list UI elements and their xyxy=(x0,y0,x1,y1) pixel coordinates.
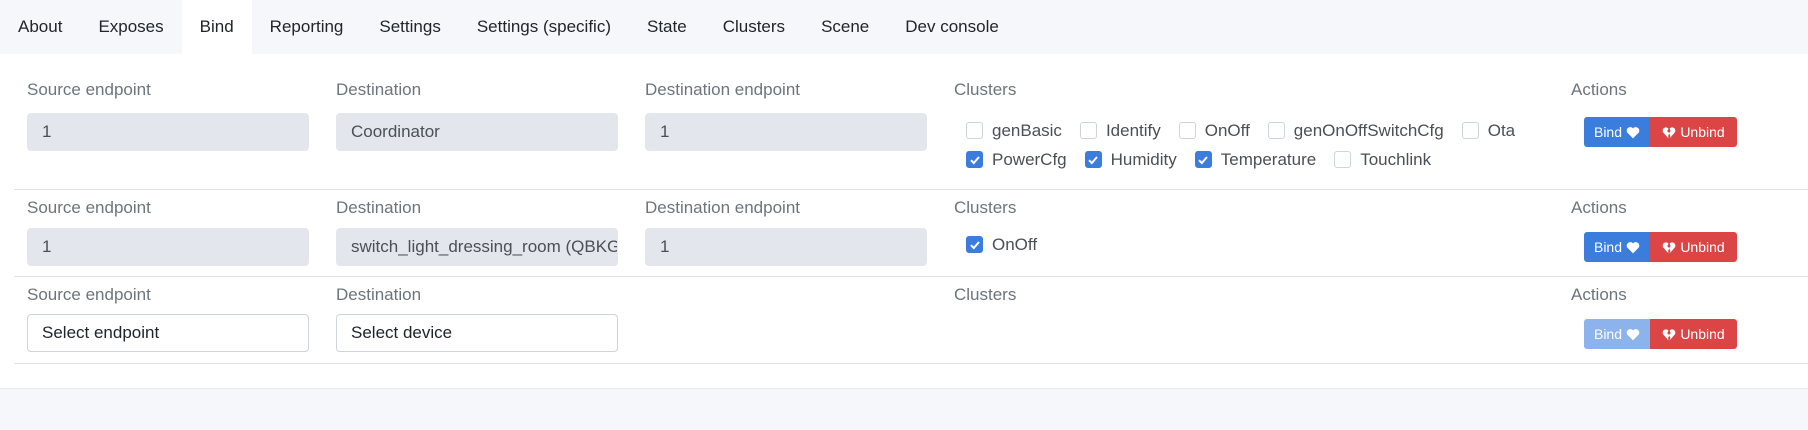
clusters-label: Clusters xyxy=(954,198,1017,217)
checkbox-checked[interactable] xyxy=(966,236,983,253)
clusters-list: OnOff xyxy=(966,230,1055,259)
cluster-checkbox-genonoffswitchcfg[interactable]: genOnOffSwitchCfg xyxy=(1267,120,1444,141)
cluster-checkbox-onoff[interactable]: OnOff xyxy=(1178,120,1250,141)
unbind-button[interactable]: Unbind xyxy=(1650,319,1737,349)
cluster-label: PowerCfg xyxy=(992,149,1067,169)
source-endpoint-label: Source endpoint xyxy=(27,198,151,217)
broken-heart-icon xyxy=(1662,241,1676,253)
cluster-checkbox-identify[interactable]: Identify xyxy=(1079,120,1161,141)
bind-row: Source endpoint 1 Destination Coordinato… xyxy=(14,54,1808,190)
check-icon xyxy=(1198,155,1209,164)
clusters-list: genBasic Identify OnOff genOnOffSwitchCf… xyxy=(966,116,1533,174)
bind-button[interactable]: Bind xyxy=(1584,117,1650,147)
tab-settings-specific[interactable]: Settings (specific) xyxy=(459,0,629,54)
checkbox[interactable] xyxy=(1267,122,1285,139)
cluster-label: OnOff xyxy=(1204,120,1250,140)
destination-label: Destination xyxy=(336,80,422,99)
source-endpoint-field: 1 xyxy=(27,228,309,266)
checkbox[interactable] xyxy=(1079,122,1097,139)
destination-label: Destination xyxy=(336,285,422,304)
heart-icon xyxy=(1626,126,1640,138)
actions-label: Actions xyxy=(1571,285,1627,304)
clusters-label: Clusters xyxy=(954,285,1017,304)
broken-heart-icon xyxy=(1662,328,1676,340)
cluster-checkbox-onoff[interactable]: OnOff xyxy=(966,235,1037,255)
bind-label: Bind xyxy=(1593,239,1623,255)
unbind-label: Unbind xyxy=(1680,239,1725,255)
bind-label: Bind xyxy=(1593,326,1623,342)
checkbox[interactable] xyxy=(1334,151,1352,168)
cluster-label: genBasic xyxy=(992,120,1062,140)
tab-dev-console[interactable]: Dev console xyxy=(887,0,1017,54)
checkbox-checked[interactable] xyxy=(1194,151,1212,168)
checkbox[interactable] xyxy=(966,122,983,139)
tab-scene[interactable]: Scene xyxy=(803,0,887,54)
tab-clusters[interactable]: Clusters xyxy=(705,0,803,54)
cluster-label: Ota xyxy=(1487,120,1516,140)
bind-button[interactable]: Bind xyxy=(1584,232,1650,262)
destination-field: Coordinator xyxy=(336,113,618,151)
source-endpoint-label: Source endpoint xyxy=(27,285,151,304)
new-bind-row: Source endpoint Select endpoint Destinat… xyxy=(14,277,1808,364)
cluster-checkbox-genbasic[interactable]: genBasic xyxy=(966,121,1062,141)
heart-icon xyxy=(1626,328,1640,340)
destination-label: Destination xyxy=(336,198,422,217)
destination-field: switch_light_dressing_room (QBKG xyxy=(336,228,618,266)
cluster-checkbox-temperature[interactable]: Temperature xyxy=(1194,149,1317,170)
check-icon xyxy=(1088,155,1098,164)
unbind-label: Unbind xyxy=(1680,326,1725,342)
bind-panel: Source endpoint 1 Destination Coordinato… xyxy=(0,54,1808,389)
actions-label: Actions xyxy=(1571,80,1627,99)
clusters-label: Clusters xyxy=(954,80,1017,99)
destination-endpoint-label: Destination endpoint xyxy=(645,80,801,99)
cluster-label: genOnOffSwitchCfg xyxy=(1293,120,1444,140)
tab-reporting[interactable]: Reporting xyxy=(252,0,362,54)
unbind-label: Unbind xyxy=(1680,124,1725,140)
checkbox-checked[interactable] xyxy=(966,151,983,168)
actions-label: Actions xyxy=(1571,198,1627,217)
cluster-checkbox-ota[interactable]: Ota xyxy=(1461,120,1516,141)
broken-heart-icon xyxy=(1662,126,1676,138)
bind-row: Source endpoint 1 Destination switch_lig… xyxy=(14,190,1808,277)
checkbox[interactable] xyxy=(1178,122,1196,139)
cluster-checkbox-powercfg[interactable]: PowerCfg xyxy=(966,150,1067,170)
source-endpoint-label: Source endpoint xyxy=(27,80,151,99)
tab-bind[interactable]: Bind xyxy=(181,0,252,54)
source-endpoint-field: 1 xyxy=(27,113,309,151)
cluster-checkbox-humidity[interactable]: Humidity xyxy=(1084,149,1177,170)
tab-settings[interactable]: Settings xyxy=(361,0,458,54)
actions-group: Bind Unbind xyxy=(1584,117,1737,147)
cluster-label: Temperature xyxy=(1220,149,1317,169)
bind-button-disabled[interactable]: Bind xyxy=(1584,319,1650,349)
tab-about[interactable]: About xyxy=(0,0,80,54)
source-endpoint-select[interactable]: Select endpoint xyxy=(27,314,309,352)
cluster-label: Touchlink xyxy=(1360,149,1432,169)
actions-group: Bind Unbind xyxy=(1584,232,1737,262)
unbind-button[interactable]: Unbind xyxy=(1650,232,1737,262)
check-icon xyxy=(969,240,980,249)
divider xyxy=(0,388,1808,389)
tab-bar: About Exposes Bind Reporting Settings Se… xyxy=(0,0,1808,54)
cluster-label: Identify xyxy=(1105,120,1161,140)
bind-label: Bind xyxy=(1593,124,1623,140)
destination-endpoint-field: 1 xyxy=(645,228,927,266)
tab-exposes[interactable]: Exposes xyxy=(80,0,181,54)
unbind-button[interactable]: Unbind xyxy=(1650,117,1737,147)
destination-endpoint-field: 1 xyxy=(645,113,927,151)
cluster-label: OnOff xyxy=(992,234,1038,254)
cluster-label: Humidity xyxy=(1110,149,1177,169)
destination-select[interactable]: Select device xyxy=(336,314,618,352)
check-icon xyxy=(969,155,980,164)
cluster-checkbox-touchlink[interactable]: Touchlink xyxy=(1334,150,1431,170)
actions-group: Bind Unbind xyxy=(1584,319,1737,349)
destination-endpoint-label: Destination endpoint xyxy=(645,198,801,217)
tab-state[interactable]: State xyxy=(629,0,705,54)
checkbox[interactable] xyxy=(1461,122,1479,139)
checkbox-checked[interactable] xyxy=(1084,151,1102,168)
heart-icon xyxy=(1626,241,1640,253)
